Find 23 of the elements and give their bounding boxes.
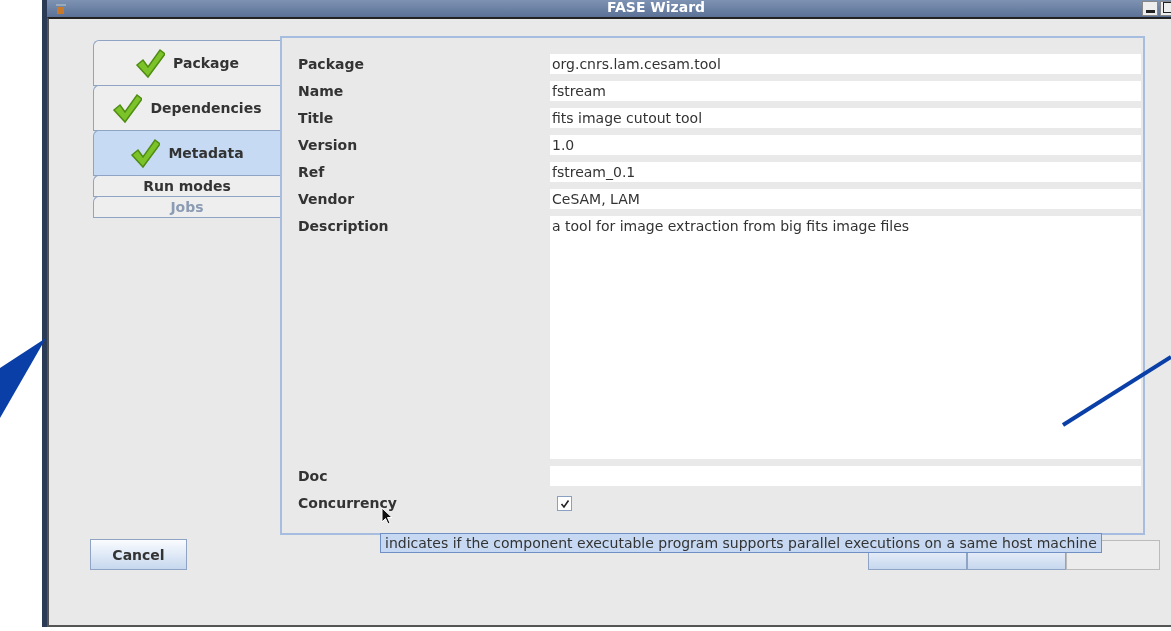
wizard-tab[interactable]: Metadata: [93, 130, 280, 176]
input-field[interactable]: org.cnrs.lam.cesam.tool: [550, 54, 1141, 74]
field-label: Doc: [298, 467, 329, 486]
text-area[interactable]: a tool for image extraction from big fits image files: [550, 216, 1141, 459]
field-label: Description: [298, 217, 390, 236]
field-label: Title: [298, 109, 335, 128]
wizard-tab[interactable]: Dependencies: [93, 85, 280, 131]
input-field[interactable]: CeSAM, LAM: [550, 189, 1141, 209]
wizard-tab[interactable]: Run modes: [93, 175, 280, 197]
input-field[interactable]: fstream_0.1: [550, 162, 1141, 182]
tooltip: indicates if the component executable program supports parallel executions on a same host machine: [380, 533, 1102, 553]
input-field[interactable]: fstream: [550, 81, 1141, 101]
input-field[interactable]: fits image cutout tool: [550, 108, 1141, 128]
field-label: Name: [298, 82, 345, 101]
wizard-tab[interactable]: Package: [93, 40, 280, 86]
cancel-button[interactable]: Cancel: [90, 539, 187, 570]
field-label: Concurrency: [298, 494, 398, 513]
window-title: FASE Wizard: [607, 0, 706, 15]
field-label: Version: [298, 136, 359, 155]
input-field[interactable]: 1.0: [550, 135, 1141, 155]
field-label: Vendor: [298, 190, 356, 209]
field-label: Package: [298, 55, 365, 74]
field-label: Ref: [298, 163, 326, 182]
